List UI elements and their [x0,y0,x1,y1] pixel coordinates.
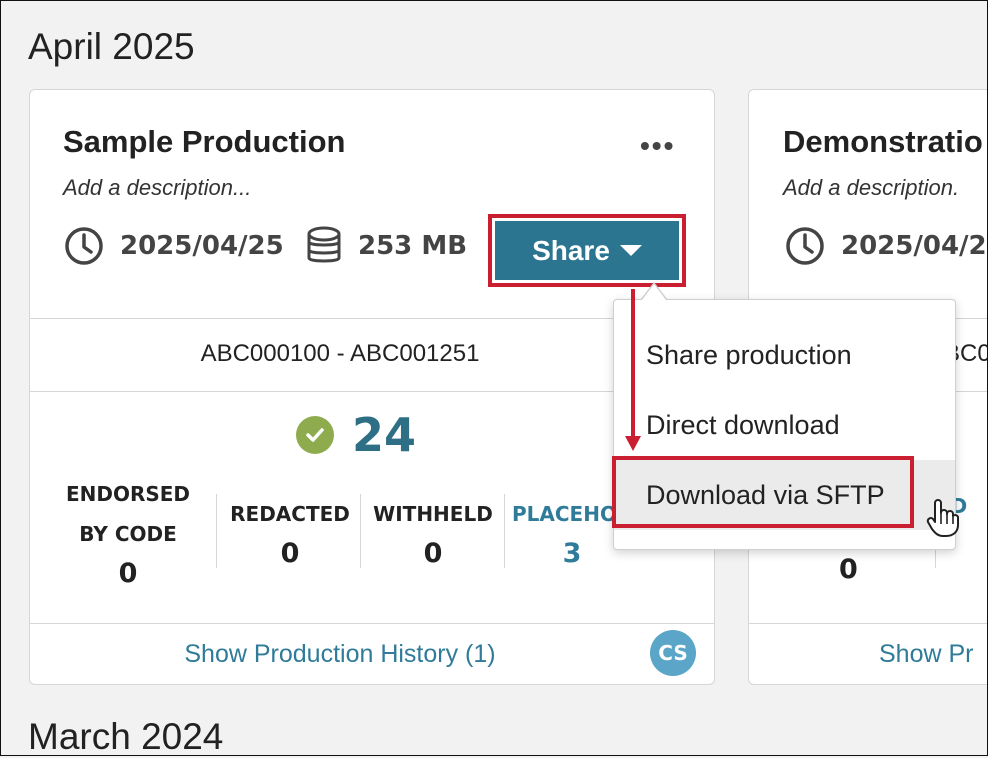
production-date: 2025/04/25 [64,226,284,266]
show-history-link[interactable]: Show Pr [879,640,973,669]
annotation-arrow [631,289,635,440]
production-date: 2025/04/22 [785,226,988,266]
stat-endorsed-by-code: ENDORSED BY CODE 0 [58,474,198,594]
stat-withheld: WITHHELD 0 [363,494,503,574]
stat-label: ENDORSED [65,482,191,506]
annotation-arrow-head [625,436,641,451]
divider [504,494,505,568]
date-value: 2025/04/25 [120,231,284,261]
date-value: 2025/04/22 [841,231,988,261]
clock-icon [64,226,104,266]
document-count: 24 [296,408,416,462]
description-placeholder[interactable]: Add a description. [783,175,959,201]
menu-pointer [642,284,666,300]
stat-label: REDACTED [230,502,350,526]
check-circle-icon [296,416,334,454]
stat-value: 0 [118,558,138,589]
stat-label: BY CODE [79,522,177,546]
divider [360,494,361,568]
stat-redacted: REDACTED 0 [220,494,360,574]
divider [749,623,988,624]
menu-item-share-production[interactable]: Share production [614,320,955,390]
production-title[interactable]: Sample Production [63,124,345,160]
more-options-ellipsis-icon[interactable]: ••• [640,130,675,162]
count-value[interactable]: 24 [352,408,416,462]
month-heading-current: April 2025 [28,26,195,67]
stat-value: 0 [839,554,858,585]
sftp-highlight [612,456,914,528]
bates-range: ABC000100 - ABC001251 [200,340,480,367]
database-icon [306,226,342,266]
stat-value: 0 [423,538,443,569]
size-value: 253 MB [358,231,468,261]
production-title[interactable]: Demonstratio [783,124,983,160]
production-size: 253 MB [306,226,467,266]
show-history-link[interactable]: Show Production History (1) [30,640,650,669]
divider [216,494,217,568]
menu-item-direct-download[interactable]: Direct download [614,390,955,460]
avatar[interactable]: CS [650,630,696,676]
caret-down-icon [619,245,642,256]
share-button[interactable]: Share [495,221,679,280]
hand-pointer-icon [926,498,960,543]
divider [30,391,714,392]
description-placeholder[interactable]: Add a description... [63,175,251,201]
divider [30,318,714,319]
share-label: Share [532,234,610,266]
stat-value: 0 [280,538,300,569]
stat-label: WITHHELD [373,502,493,526]
month-heading-previous: March 2024 [28,716,224,757]
divider [30,623,714,624]
clock-icon [785,226,825,266]
